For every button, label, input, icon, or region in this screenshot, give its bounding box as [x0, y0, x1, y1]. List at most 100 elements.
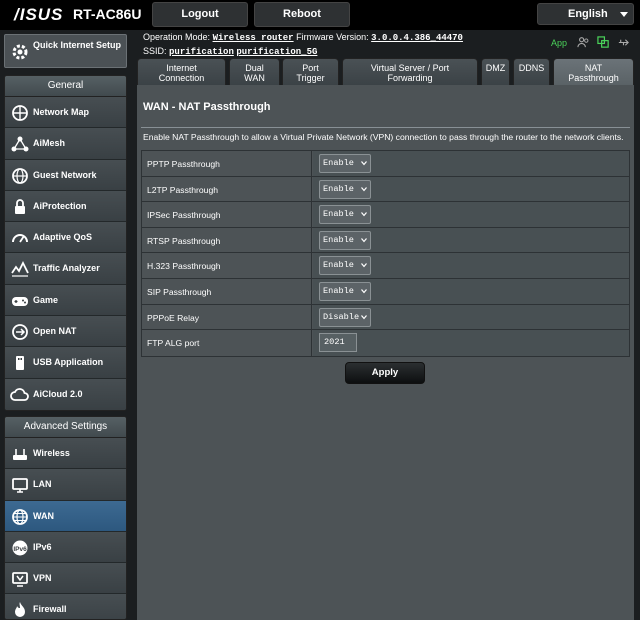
quick-internet-setup-button[interactable]: Quick Internet Setup	[4, 34, 127, 68]
sidebar-item-ipv6[interactable]: IPv6 IPv6	[5, 531, 126, 564]
sidebar-item-lan[interactable]: LAN	[5, 469, 126, 501]
setting-row-ftp-alg: FTP ALG port 2021	[142, 330, 629, 356]
tab-label-line2: WAN	[244, 73, 265, 83]
tab-label: DMZ	[485, 63, 506, 73]
tab-dual-wan[interactable]: Dual WAN	[229, 58, 280, 85]
vpn-icon	[12, 572, 28, 587]
tab-label-line1: Dual	[245, 63, 264, 73]
setting-label: IPSec Passthrough	[147, 210, 221, 221]
wan-globe-icon	[12, 508, 28, 525]
aimesh-icon	[11, 136, 29, 152]
setting-value-cell: Enable	[313, 278, 629, 304]
chevron-down-icon	[361, 161, 367, 166]
ftp-alg-port-input[interactable]: 2021	[319, 333, 357, 353]
sidebar-item-wan[interactable]: WAN	[5, 500, 126, 532]
gamepad-icon	[12, 296, 28, 306]
tab-ddns[interactable]: DDNS	[513, 58, 550, 85]
sidebar-item-game[interactable]: Game	[5, 284, 126, 317]
sidebar-item-label: AiMesh	[33, 138, 66, 149]
tab-label-line2: Forwarding	[387, 73, 433, 83]
pppoe-relay-select[interactable]: Disable	[319, 307, 371, 327]
users-icon[interactable]	[577, 36, 590, 49]
sidebar-item-label: USB Application	[33, 357, 104, 368]
network-status-icon[interactable]	[597, 36, 610, 49]
advanced-settings-header: Advanced Settings	[5, 417, 126, 438]
sidebar-item-guest-network[interactable]: Guest Network	[5, 159, 126, 191]
tab-virtual-server[interactable]: Virtual Server / Port Forwarding	[342, 58, 478, 85]
ssid-24g-link[interactable]: purification	[169, 47, 234, 57]
sidebar-item-aiprotection[interactable]: AiProtection	[5, 190, 126, 223]
tab-internet-connection[interactable]: Internet Connection	[137, 58, 226, 85]
ipsec-passthrough-select[interactable]: Enable	[319, 205, 371, 225]
ssid-5g-link[interactable]: purification_5G	[236, 47, 317, 57]
l2tp-passthrough-select[interactable]: Enable	[319, 179, 371, 199]
sidebar-item-label: Open NAT	[33, 326, 77, 337]
chevron-down-icon	[361, 289, 367, 294]
sidebar-item-label: Game	[33, 294, 59, 305]
setting-value-cell: Enable	[313, 253, 629, 278]
select-value: Enable	[323, 183, 354, 194]
logout-button[interactable]: Logout	[152, 2, 248, 27]
firmware-version-link[interactable]: 3.0.0.4.386_44470	[371, 33, 463, 43]
tab-dmz[interactable]: DMZ	[481, 58, 510, 85]
chevron-down-icon	[361, 237, 367, 243]
sidebar-item-adaptive-qos[interactable]: Adaptive QoS	[5, 222, 126, 254]
sidebar-item-firewall[interactable]: Firewall	[5, 594, 126, 619]
setting-label-cell: RTSP Passthrough	[142, 227, 312, 253]
sip-passthrough-select[interactable]: Enable	[319, 281, 371, 301]
apply-button[interactable]: Apply	[345, 362, 425, 384]
h323-passthrough-select[interactable]: Enable	[319, 256, 371, 276]
sidebar-item-usb-application[interactable]: USB Application	[5, 347, 126, 379]
qos-gauge-icon	[12, 234, 28, 243]
chevron-down-icon	[361, 314, 367, 319]
setting-value-cell: Enable	[313, 202, 629, 227]
setting-row-sip: SIP Passthrough Enable	[142, 278, 629, 305]
setting-label-cell: H.323 Passthrough	[142, 253, 312, 278]
rtsp-passthrough-select[interactable]: Enable	[319, 230, 371, 250]
quick-setup-label: Quick Internet Setup	[33, 40, 122, 50]
usb-icon	[16, 356, 24, 371]
tab-nat-passthrough[interactable]: NAT Passthrough	[553, 58, 634, 85]
sidebar-item-open-nat[interactable]: Open NAT	[5, 316, 126, 348]
firewall-icon	[15, 602, 25, 618]
settings-table: PPTP Passthrough Enable L2TP Passthrough…	[141, 150, 630, 357]
sidebar-item-network-map[interactable]: Network Map	[5, 97, 126, 129]
operation-mode-label: Operation Mode:	[143, 32, 211, 42]
reboot-button[interactable]: Reboot	[254, 2, 350, 27]
gear-icon	[12, 44, 28, 60]
sidebar-item-vpn[interactable]: VPN	[5, 563, 126, 595]
app-link[interactable]: App	[551, 38, 567, 48]
operation-mode-link[interactable]: Wireless router	[213, 33, 294, 43]
setting-row-rtsp: RTSP Passthrough Enable	[142, 227, 629, 254]
asus-logo: /ISUS	[14, 5, 64, 24]
tab-label-line1: Internet	[166, 63, 197, 73]
setting-label: L2TP Passthrough	[147, 184, 219, 195]
select-value: Enable	[323, 285, 354, 296]
setting-label: H.323 Passthrough	[147, 261, 221, 272]
traffic-analyzer-icon	[11, 261, 29, 278]
sidebar-item-traffic-analyzer[interactable]: Traffic Analyzer	[5, 253, 126, 285]
nat-passthrough-panel: WAN - NAT Passthrough Enable NAT Passthr…	[137, 85, 634, 620]
sidebar-item-label: Firewall	[33, 604, 67, 615]
general-header: General	[5, 76, 126, 97]
usb-status-icon[interactable]	[617, 36, 630, 49]
pptp-passthrough-select[interactable]: Enable	[319, 154, 371, 173]
setting-label-cell: L2TP Passthrough	[142, 176, 312, 202]
status-info: Operation Mode: Wireless router Firmware…	[143, 31, 463, 59]
guest-network-icon	[12, 167, 28, 184]
network-map-icon	[12, 105, 28, 121]
sidebar-item-label: Wireless	[33, 448, 70, 458]
router-model: RT-AC86U	[73, 6, 142, 22]
sidebar-item-aicloud[interactable]: AiCloud 2.0	[5, 378, 126, 410]
sidebar-item-label: Guest Network	[33, 169, 97, 180]
sidebar-item-label: Adaptive QoS	[33, 232, 93, 243]
router-admin-page: /ISUS RT-AC86U Logout Reboot English Qui…	[0, 0, 640, 620]
select-value: Enable	[323, 209, 354, 220]
tab-port-trigger[interactable]: Port Trigger	[282, 58, 339, 85]
open-nat-icon	[12, 324, 28, 340]
tab-label-line2: Trigger	[296, 73, 325, 83]
sidebar-item-label: Traffic Analyzer	[33, 263, 100, 274]
language-select[interactable]: English	[537, 3, 634, 25]
sidebar-item-wireless[interactable]: Wireless	[5, 438, 126, 470]
sidebar-item-aimesh[interactable]: AiMesh	[5, 128, 126, 160]
